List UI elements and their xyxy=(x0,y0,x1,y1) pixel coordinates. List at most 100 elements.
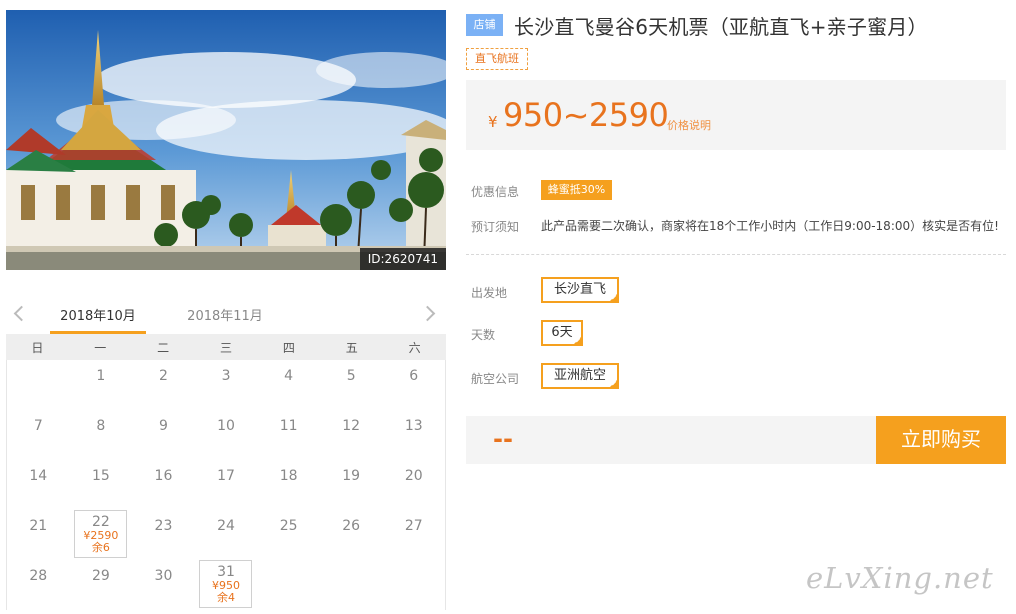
section-divider xyxy=(466,254,1006,255)
day-number: 9 xyxy=(158,418,168,434)
calendar-week-row: 7 8 9 10 11 12 13 xyxy=(7,410,445,460)
direct-flight-tag: 直飞航班 xyxy=(466,48,528,70)
calendar-day: 30 xyxy=(132,560,195,610)
price-panel: ¥ 950~2590 价格说明 xyxy=(466,80,1006,150)
calendar-week-row: 1 2 3 4 5 6 xyxy=(7,360,445,410)
day-number: 5 xyxy=(346,368,356,384)
calendar-day: 8 xyxy=(70,410,133,460)
selected-check-icon xyxy=(608,378,619,389)
day-number: 2 xyxy=(158,368,168,384)
calendar-day: 14 xyxy=(7,460,70,510)
day-number: 18 xyxy=(279,468,298,484)
calendar-month-nav: 2018年10月 2018年11月 xyxy=(6,294,446,334)
day-number: 22 xyxy=(91,514,110,530)
calendar-day: 1 xyxy=(70,360,133,410)
calendar-day: 21 xyxy=(7,510,70,560)
calendar-day xyxy=(257,560,320,610)
buy-now-button[interactable]: 立即购买 xyxy=(876,416,1006,464)
calendar-week-row: 14 15 16 17 18 19 20 xyxy=(7,460,445,510)
weekday-label: 一 xyxy=(94,340,107,355)
calendar-day-available[interactable]: 22 ¥2590 余6 xyxy=(70,510,133,560)
weekday-header: 日 一 二 三 四 五 六 xyxy=(6,334,446,360)
day-number: 11 xyxy=(279,418,298,434)
calendar-day: 6 xyxy=(382,360,445,410)
store-tag: 店铺 xyxy=(466,14,503,36)
day-number: 8 xyxy=(96,418,106,434)
day-number: 14 xyxy=(29,468,48,484)
currency-symbol: ¥ xyxy=(488,113,498,131)
departure-option[interactable]: 长沙直飞 xyxy=(541,277,619,303)
calendar-day: 15 xyxy=(70,460,133,510)
photo-id-badge: ID:2620741 xyxy=(359,248,446,270)
day-number: 4 xyxy=(284,368,294,384)
day-number: 17 xyxy=(217,468,235,484)
day-number: 24 xyxy=(217,518,235,534)
day-number: 20 xyxy=(404,468,423,484)
next-month-arrow-icon[interactable] xyxy=(419,302,442,326)
calendar-grid: 1 2 3 4 5 6 7 8 9 10 11 12 13 14 15 16 17 18 19 20 21 22 ¥2590… xyxy=(6,360,446,610)
day-number: 13 xyxy=(404,418,423,434)
weekday-label: 二 xyxy=(157,340,170,355)
weekday-label: 五 xyxy=(345,340,358,355)
selected-check-icon xyxy=(572,335,583,346)
date-calendar: 2018年10月 2018年11月 日 一 二 三 四 五 六 12345678… xyxy=(6,294,446,610)
day-number: 19 xyxy=(342,468,361,484)
calendar-day: 27 xyxy=(382,510,445,560)
calendar-day: 10 xyxy=(195,410,258,460)
day-number: 29 xyxy=(91,568,110,584)
calendar-day: 20 xyxy=(382,460,445,510)
day-number: 26 xyxy=(342,518,361,534)
day-number: 28 xyxy=(29,568,48,584)
day-number: 21 xyxy=(29,518,48,534)
airline-option[interactable]: 亚洲航空 xyxy=(541,363,619,389)
weekday-label: 三 xyxy=(220,340,233,355)
calendar-day: 26 xyxy=(320,510,383,560)
month-tab-current[interactable]: 2018年10月 xyxy=(50,305,146,334)
calendar-day: 2 xyxy=(132,360,195,410)
day-remaining-seats: 余6 xyxy=(91,541,110,554)
calendar-day-available[interactable]: 31 ¥950 余4 xyxy=(195,560,258,610)
day-number: 7 xyxy=(33,418,43,434)
site-watermark: eLvXing.net xyxy=(806,561,994,595)
day-number: 1 xyxy=(96,368,106,384)
selected-check-icon xyxy=(608,292,619,303)
calendar-day: 28 xyxy=(7,560,70,610)
day-remaining-seats: 余4 xyxy=(217,591,236,604)
calendar-day: 24 xyxy=(195,510,258,560)
prev-month-arrow-icon[interactable] xyxy=(10,302,30,326)
calendar-day: 17 xyxy=(195,460,258,510)
day-number: 10 xyxy=(217,418,235,434)
temple-photo-illustration xyxy=(6,10,446,270)
promo-badge: 蜂蜜抵30% xyxy=(541,180,612,200)
calendar-day: 12 xyxy=(320,410,383,460)
calendar-day: 9 xyxy=(132,410,195,460)
departure-label: 出发地 xyxy=(471,286,508,300)
calendar-day: 7 xyxy=(7,410,70,460)
day-number: 27 xyxy=(404,518,423,534)
days-option[interactable]: 6天 xyxy=(541,320,583,346)
month-tab-next[interactable]: 2018年11月 xyxy=(182,305,268,334)
day-number: 23 xyxy=(154,518,173,534)
price-explanation-link[interactable]: 价格说明 xyxy=(667,117,711,133)
calendar-day: 13 xyxy=(382,410,445,460)
days-label: 天数 xyxy=(471,328,496,342)
day-number: 25 xyxy=(279,518,298,534)
product-title: 长沙直飞曼谷6天机票（亚航直飞+亲子蜜月） xyxy=(514,15,928,39)
weekday-label: 六 xyxy=(408,340,421,355)
calendar-day: 19 xyxy=(320,460,383,510)
day-number: 12 xyxy=(342,418,361,434)
price-range: 950~2590 xyxy=(503,96,669,134)
calendar-week-row: 21 22 ¥2590 余6 23 24 25 26 27 xyxy=(7,510,445,560)
departure-option-label: 长沙直飞 xyxy=(553,282,606,297)
airline-label: 航空公司 xyxy=(471,372,520,386)
calendar-day: 23 xyxy=(132,510,195,560)
calendar-day: 29 xyxy=(70,560,133,610)
calendar-day: 25 xyxy=(257,510,320,560)
calendar-day xyxy=(382,560,445,610)
days-option-label: 6天 xyxy=(551,325,573,340)
calendar-day: 11 xyxy=(257,410,320,460)
promo-label: 优惠信息 xyxy=(471,185,520,199)
calendar-day: 3 xyxy=(195,360,258,410)
calendar-day xyxy=(320,560,383,610)
calendar-day: 16 xyxy=(132,460,195,510)
